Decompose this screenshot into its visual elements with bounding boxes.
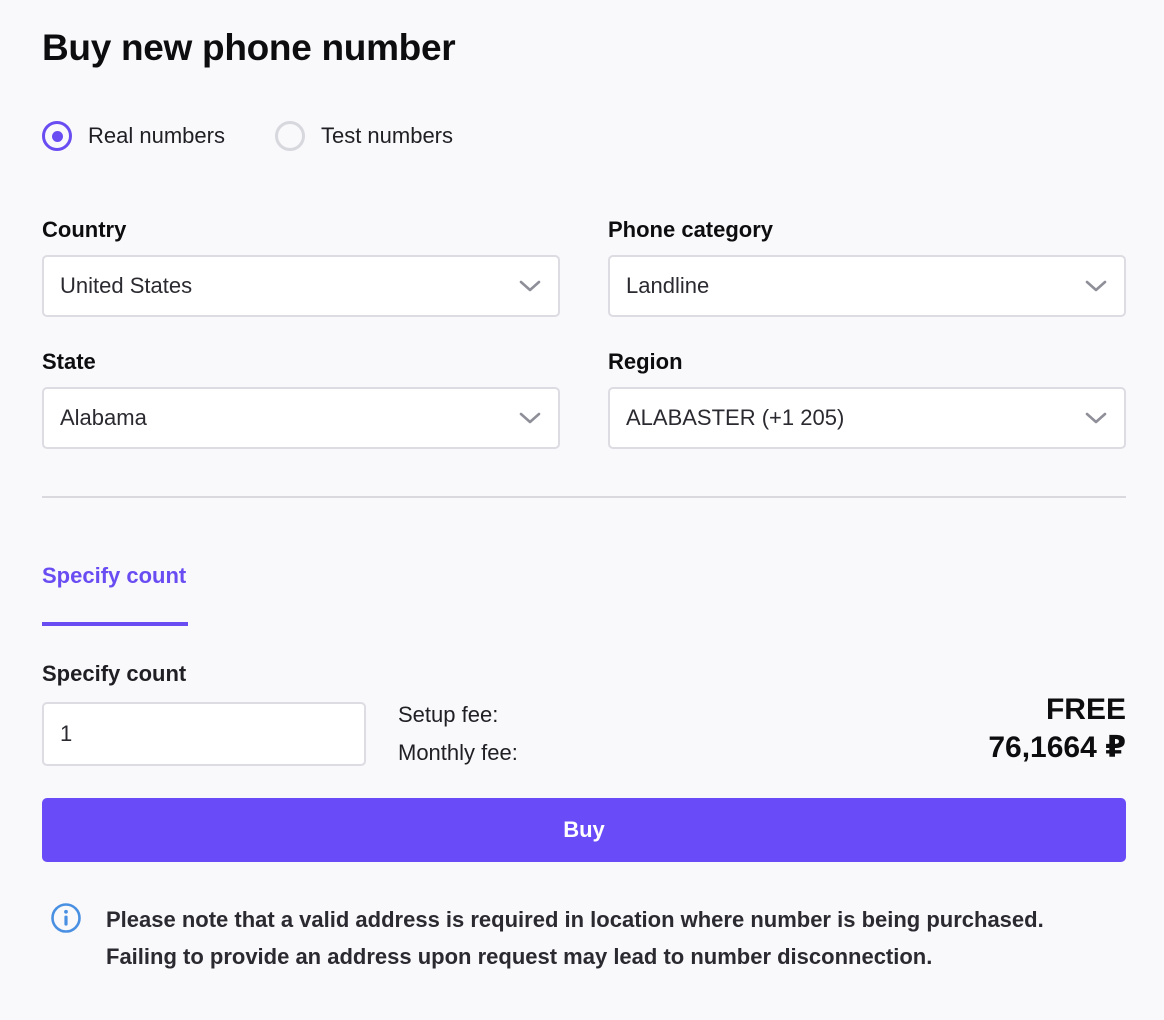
monthly-fee-value: 76,1664 ₽	[988, 731, 1126, 764]
radio-real-numbers-label: Real numbers	[88, 123, 225, 148]
info-icon	[50, 902, 82, 934]
chevron-down-icon	[518, 406, 542, 430]
phone-category-select-value: Landline	[626, 273, 710, 298]
phone-category-field: Phone category Landline	[608, 215, 1126, 317]
setup-fee-value: FREE	[1045, 693, 1126, 726]
active-tab-indicator	[42, 622, 188, 626]
state-field: State Alabama	[42, 347, 560, 449]
country-select-value: United States	[60, 273, 193, 298]
setup-fee-label: Setup fee:	[398, 702, 499, 727]
fee-values: FREE 76,1664 ₽	[988, 690, 1126, 766]
phone-category-select[interactable]: Landline	[608, 255, 1126, 317]
region-label: Region	[608, 349, 683, 374]
state-select-value: Alabama	[60, 405, 147, 430]
fee-labels: Setup fee: Monthly fee:	[398, 700, 518, 776]
radio-test-numbers-label: Test numbers	[320, 123, 454, 148]
country-field: Country United States	[42, 215, 560, 317]
monthly-fee-label: Monthly fee:	[398, 740, 518, 765]
state-select[interactable]: Alabama	[42, 387, 560, 449]
buy-button[interactable]: Buy	[42, 798, 1126, 862]
number-type-radio-group: Real numbers Test numbers	[42, 121, 503, 151]
country-select[interactable]: United States	[42, 255, 560, 317]
country-label: Country	[42, 217, 127, 242]
page-title: Buy new phone number	[42, 27, 456, 68]
radio-checked-indicator[interactable]	[42, 121, 72, 151]
region-select-value: ALABASTER (+1 205)	[626, 405, 845, 430]
radio-real-numbers[interactable]: Real numbers	[42, 121, 225, 151]
chevron-down-icon	[518, 274, 542, 298]
address-note-line-2: Failing to provide an address upon reque…	[106, 944, 933, 969]
address-note-text: Please note that a valid address is requ…	[106, 901, 1044, 975]
address-note-line-1: Please note that a valid address is requ…	[106, 907, 1044, 932]
chevron-down-icon	[1084, 406, 1108, 430]
tab-specify-count-label: Specify count	[42, 563, 187, 588]
count-label: Specify count	[42, 661, 187, 686]
section-divider	[42, 496, 1126, 498]
phone-category-label: Phone category	[608, 217, 774, 242]
count-input[interactable]	[42, 702, 366, 766]
state-label: State	[42, 349, 96, 374]
region-field: Region ALABASTER (+1 205)	[608, 347, 1126, 449]
radio-unchecked-indicator[interactable]	[274, 121, 305, 151]
tab-specify-count[interactable]: Specify count	[42, 560, 188, 626]
region-select[interactable]: ALABASTER (+1 205)	[608, 387, 1126, 449]
address-note: Please note that a valid address is requ…	[50, 902, 1044, 975]
radio-test-numbers[interactable]: Test numbers	[274, 121, 454, 151]
chevron-down-icon	[1084, 274, 1108, 298]
